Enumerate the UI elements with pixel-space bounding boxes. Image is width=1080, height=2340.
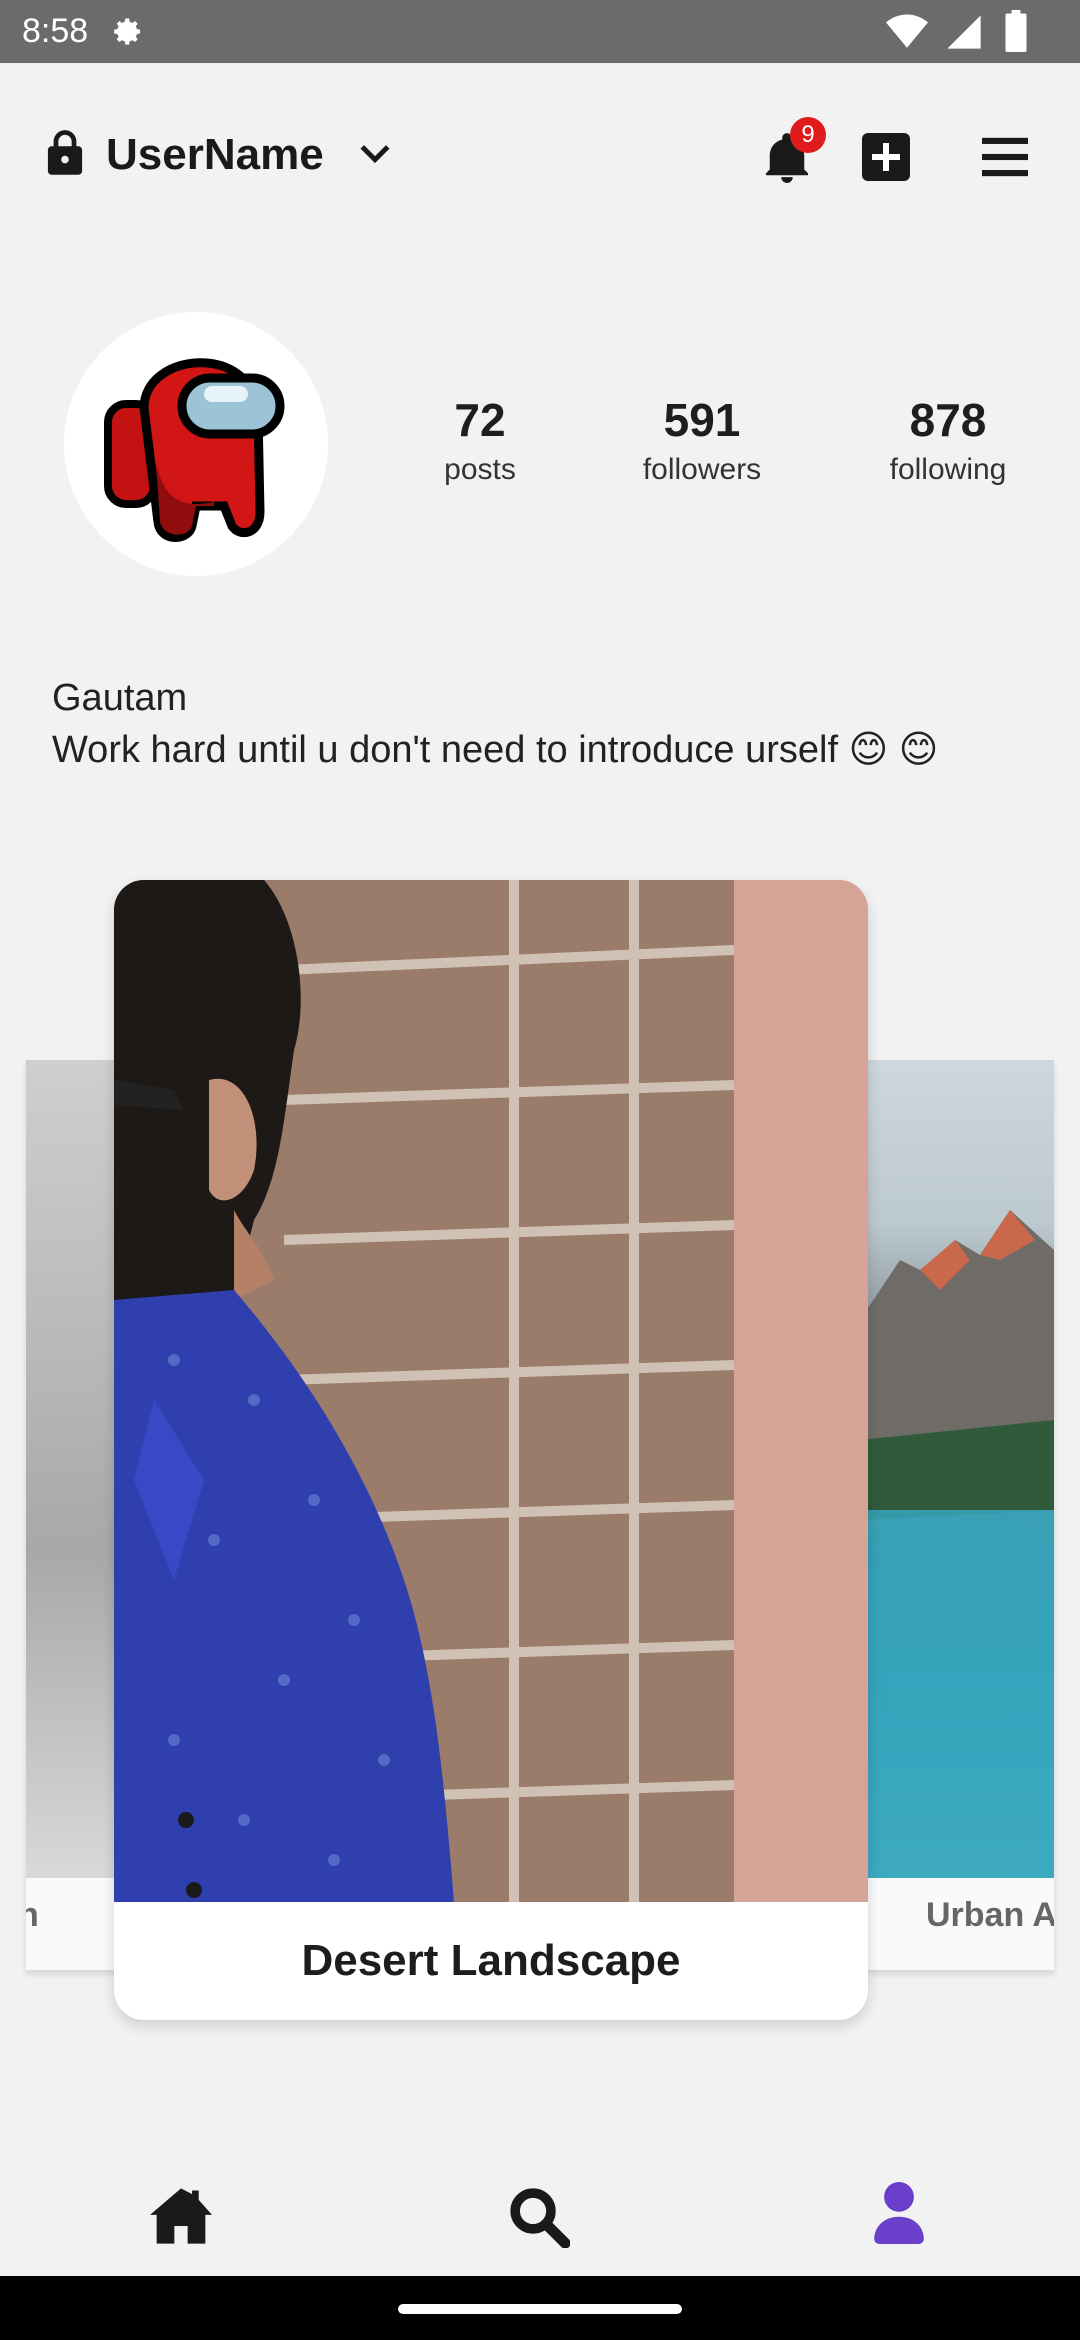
search-icon[interactable] — [508, 2186, 570, 2248]
next-card-image — [860, 1060, 1054, 1878]
settings-gear-icon — [114, 18, 141, 45]
home-icon[interactable] — [150, 2188, 212, 2244]
profile-bio: Gautam Work hard until u don't need to i… — [52, 672, 1012, 776]
profile-name: Gautam — [52, 677, 188, 719]
status-time: 8:58 — [22, 12, 89, 50]
photo-illustration — [114, 880, 868, 1902]
following-stat[interactable]: 878 following — [868, 392, 1028, 490]
notifications-button[interactable]: 9 — [764, 117, 826, 185]
posts-count: 72 — [454, 394, 506, 446]
posts-stat[interactable]: 72 posts — [420, 392, 540, 490]
post-photo — [114, 880, 868, 1902]
bottom-navigation — [0, 2170, 1080, 2276]
carousel-card-current[interactable]: Desert Landscape — [114, 880, 868, 2020]
lock-icon — [47, 130, 83, 175]
battery-icon — [1005, 10, 1027, 52]
gesture-navigation-bar — [0, 2276, 1080, 2340]
profile-icon[interactable] — [874, 2182, 924, 2244]
username-title[interactable]: UserName — [106, 127, 324, 183]
followers-count: 591 — [663, 394, 741, 446]
posts-carousel[interactable]: n Urban A Desert Landscape — [0, 880, 1080, 2030]
following-count: 878 — [909, 394, 987, 446]
notification-badge: 9 — [790, 117, 826, 153]
status-bar: 8:58 — [0, 0, 1080, 63]
carousel-card-next[interactable]: Urban A — [860, 1060, 1054, 1970]
bio-text: Work hard until u don't need to introduc… — [52, 729, 939, 771]
next-card-caption: Urban A — [926, 1896, 1054, 1934]
home-gesture-pill[interactable] — [398, 2304, 682, 2314]
cell-signal-icon — [947, 15, 981, 49]
profile-avatar[interactable] — [64, 312, 328, 576]
previous-card-caption: n — [26, 1896, 39, 1934]
hamburger-menu-icon[interactable] — [982, 137, 1028, 177]
crewmate-avatar-icon — [104, 358, 285, 542]
top-app-bar: UserName 9 — [0, 63, 1080, 253]
add-post-icon[interactable] — [862, 133, 910, 181]
followers-stat[interactable]: 591 followers — [622, 392, 782, 490]
post-caption: Desert Landscape — [301, 1936, 681, 1985]
following-label: following — [889, 453, 1007, 486]
posts-label: posts — [444, 453, 516, 486]
wifi-icon — [886, 14, 928, 48]
followers-label: followers — [642, 453, 762, 486]
chevron-down-icon[interactable] — [358, 141, 392, 167]
